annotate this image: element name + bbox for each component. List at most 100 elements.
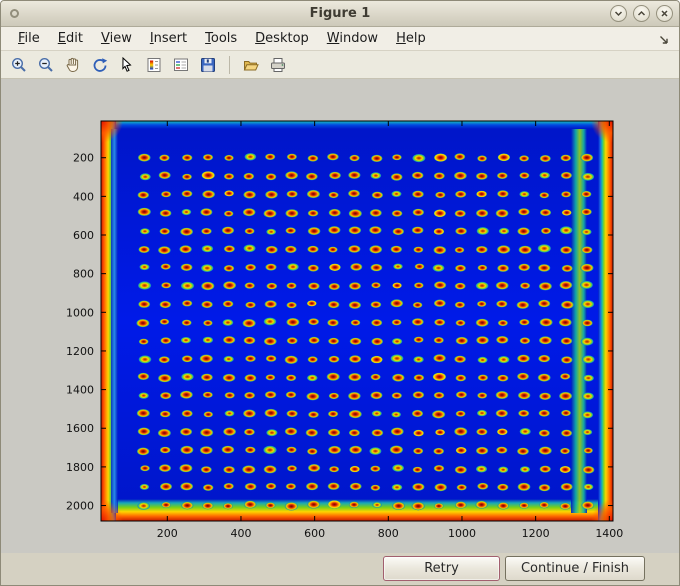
x-tick-label: 200	[157, 527, 178, 540]
zoom-in-button[interactable]	[7, 53, 31, 77]
spot	[581, 411, 594, 419]
dock-arrow-icon[interactable]	[657, 32, 671, 51]
spot	[497, 264, 509, 272]
spot	[181, 208, 192, 216]
spot	[307, 155, 319, 162]
spot	[138, 281, 152, 290]
spot	[477, 300, 487, 307]
spot	[476, 446, 489, 455]
maximize-button[interactable]	[633, 5, 650, 22]
spot	[412, 190, 424, 198]
spot	[245, 446, 256, 454]
spot	[244, 374, 257, 382]
spot	[538, 264, 551, 272]
spot	[348, 171, 361, 179]
menu-help[interactable]: Help	[387, 28, 435, 49]
spot	[327, 428, 341, 437]
spot	[455, 319, 466, 326]
spot	[434, 318, 446, 326]
spot	[495, 409, 508, 418]
continue-finish-button[interactable]: Continue / Finish	[505, 556, 645, 581]
spot	[582, 429, 593, 436]
menu-file[interactable]: File	[9, 28, 49, 49]
spot	[137, 447, 150, 456]
spot	[180, 445, 194, 454]
menu-desktop[interactable]: Desktop	[246, 28, 318, 49]
spot	[181, 319, 192, 326]
spot	[182, 173, 192, 180]
spot	[518, 208, 530, 216]
spot	[223, 483, 234, 490]
spot	[560, 483, 573, 491]
data-cursor-button[interactable]	[115, 53, 139, 77]
pan-button[interactable]	[61, 53, 85, 77]
spot	[581, 319, 593, 327]
spot	[497, 190, 509, 198]
spot	[392, 501, 405, 510]
spot	[537, 373, 551, 382]
spot	[307, 209, 319, 217]
spot	[348, 209, 362, 218]
spot	[411, 226, 424, 234]
spot	[434, 483, 447, 492]
spot	[498, 227, 510, 235]
chevron-up-icon	[637, 10, 646, 16]
menu-window[interactable]: Window	[318, 28, 387, 49]
rotate-3d-button[interactable]	[88, 53, 112, 77]
spot	[203, 320, 213, 326]
spot	[455, 391, 467, 399]
spot	[285, 227, 296, 234]
menu-insert[interactable]: Insert	[141, 28, 196, 49]
spot	[243, 172, 255, 180]
spot	[495, 281, 509, 290]
save-figure-button[interactable]	[196, 53, 220, 77]
window-menu-icon[interactable]	[10, 9, 19, 18]
spot	[581, 228, 592, 236]
spot	[433, 392, 445, 399]
spot	[390, 245, 402, 253]
spot	[159, 209, 172, 217]
spot	[412, 483, 425, 491]
spot	[181, 501, 194, 510]
spot	[583, 483, 594, 491]
close-button[interactable]	[656, 5, 673, 22]
spot	[496, 300, 508, 308]
spot	[223, 503, 233, 510]
zoom-out-button[interactable]	[34, 53, 58, 77]
spot	[538, 429, 550, 437]
spot	[182, 154, 193, 161]
spot	[518, 263, 530, 271]
spot	[454, 301, 465, 308]
spot	[392, 282, 402, 289]
spot	[327, 153, 339, 161]
spot	[371, 191, 383, 199]
insert-legend-button[interactable]	[169, 53, 193, 77]
minimize-button[interactable]	[610, 5, 627, 22]
spot	[137, 502, 150, 510]
spot	[201, 264, 214, 272]
window-title: Figure 1	[309, 6, 371, 21]
plot-axes[interactable]: 200 400 600 800 1000 1200 1400 200 400 600 800 1000…	[1, 79, 680, 553]
spot	[561, 191, 571, 198]
titlebar[interactable]: Figure 1	[1, 1, 679, 27]
spot	[136, 319, 150, 328]
menu-view[interactable]: View	[92, 28, 141, 49]
spot	[581, 300, 595, 309]
menu-tools[interactable]: Tools	[196, 28, 246, 49]
open-file-button[interactable]	[239, 53, 263, 77]
insert-colorbar-button[interactable]	[142, 53, 166, 77]
spot	[244, 428, 255, 436]
spot	[497, 483, 509, 491]
retry-button[interactable]: Retry	[383, 556, 500, 581]
print-figure-button[interactable]	[266, 53, 290, 77]
spot	[328, 283, 340, 290]
menu-edit[interactable]: Edit	[49, 28, 92, 49]
spot	[285, 391, 297, 399]
spot	[158, 374, 172, 383]
spot	[180, 428, 193, 436]
spot	[305, 428, 318, 437]
spot	[266, 228, 277, 235]
spot	[201, 300, 213, 309]
spot	[264, 300, 277, 308]
spot	[519, 502, 529, 509]
